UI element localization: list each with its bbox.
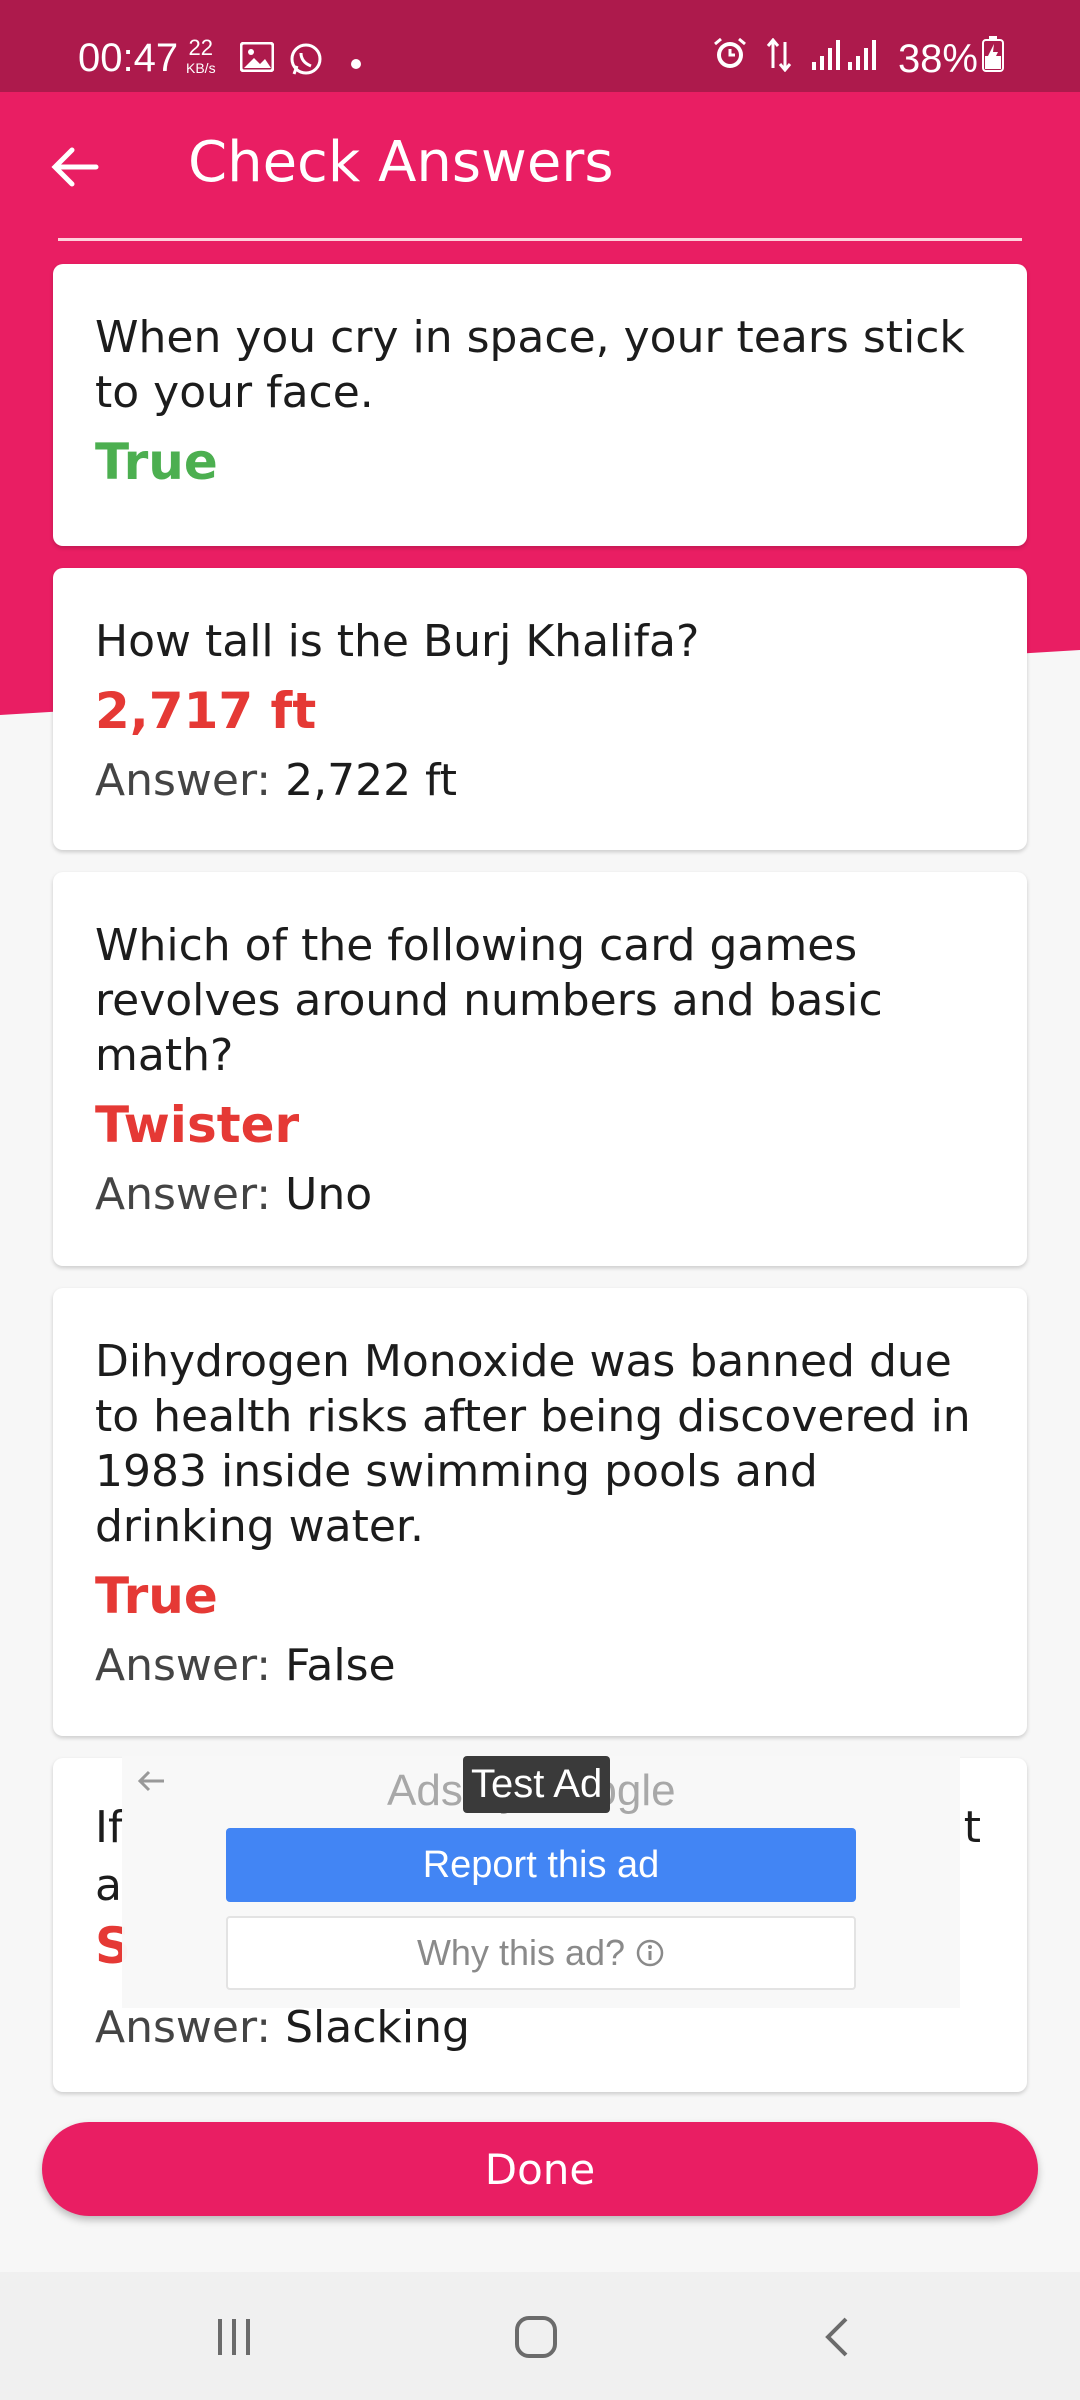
answer-value: 2,722 ft: [285, 755, 458, 806]
back-button[interactable]: [48, 140, 102, 194]
ad-overlay: Ads by Google Test Ad Report this ad Why…: [122, 1756, 960, 2008]
question-text-start: If: [95, 1802, 124, 1853]
user-answer: True: [95, 433, 218, 491]
page-title: Check Answers: [188, 130, 614, 195]
correct-answer: Answer: Slacking: [95, 2000, 470, 2055]
answer-label: Answer:: [95, 2002, 272, 2053]
recents-icon: [218, 2319, 250, 2355]
answer-value: False: [285, 1640, 396, 1691]
test-ad-badge: Test Ad: [463, 1756, 611, 1813]
question-text-end: t: [963, 1802, 981, 1853]
question-text: Which of the following card games revolv…: [95, 920, 883, 1081]
answer-card: Which of the following card games revolv…: [53, 872, 1027, 1266]
user-answer: True: [95, 1567, 218, 1625]
network-speed-unit: KB/s: [186, 60, 216, 76]
correct-answer: Answer: 2,722 ft: [95, 753, 987, 808]
user-answer: Twister: [95, 1096, 300, 1154]
status-time: 00:47: [78, 36, 179, 80]
answer-card: When you cry in space, your tears stick …: [53, 264, 1027, 546]
status-bar: 00:47 22 KB/s 38%: [0, 0, 1080, 92]
answer-label: Answer:: [95, 755, 272, 806]
ad-back-button[interactable]: [134, 1764, 168, 1798]
answer-value: Slacking: [285, 2002, 470, 2053]
home-icon: [515, 2316, 557, 2358]
answer-value: Uno: [285, 1169, 373, 1220]
app-bar: Check Answers: [0, 92, 1080, 242]
signal-icon: [810, 37, 880, 82]
header-divider: [58, 238, 1022, 241]
report-ad-label: Report this ad: [422, 1843, 660, 1886]
network-speed-value: 22: [188, 35, 214, 60]
correct-answer: Answer: Uno: [95, 1167, 987, 1222]
dot-icon: [350, 55, 362, 74]
info-icon: [636, 1939, 664, 1967]
network-speed: 22 KB/s: [186, 35, 216, 78]
question-text: How tall is the Burj Khalifa?: [95, 616, 700, 667]
done-label: Done: [484, 2144, 596, 2194]
system-nav-bar: [0, 2272, 1080, 2400]
user-answer: 2,717 ft: [95, 682, 317, 740]
status-right-group: 38%: [712, 36, 1004, 82]
why-this-ad-button[interactable]: Why this ad?: [226, 1916, 856, 1990]
home-button[interactable]: [496, 2302, 576, 2372]
battery-charging-icon: [982, 36, 1004, 82]
question-text-line2: a: [95, 1860, 122, 1911]
nav-back-icon: [825, 2317, 848, 2357]
answer-card: Dihydrogen Monoxide was banned due to he…: [53, 1288, 1027, 1736]
answer-label: Answer:: [95, 1640, 272, 1691]
answer-label: Answer:: [95, 1169, 272, 1220]
recents-button[interactable]: [194, 2302, 274, 2372]
nav-back-button[interactable]: [798, 2302, 878, 2372]
back-arrow-icon: [51, 147, 99, 187]
answer-card: How tall is the Burj Khalifa? 2,717 ft A…: [53, 568, 1027, 850]
why-ad-label: Why this ad?: [416, 1932, 626, 1973]
whatsapp-icon: [288, 42, 324, 82]
report-ad-button[interactable]: Report this ad: [226, 1828, 856, 1902]
question-text: When you cry in space, your tears stick …: [95, 312, 965, 418]
question-text: Dihydrogen Monoxide was banned due to he…: [95, 1336, 971, 1552]
done-button[interactable]: Done: [42, 2122, 1038, 2216]
back-arrow-icon: [137, 1770, 164, 1792]
gallery-icon: [239, 41, 275, 76]
battery-percent: 38%: [897, 36, 978, 81]
correct-answer: Answer: False: [95, 1638, 987, 1693]
data-arrows-icon: [766, 37, 792, 82]
alarm-icon: [712, 36, 748, 82]
